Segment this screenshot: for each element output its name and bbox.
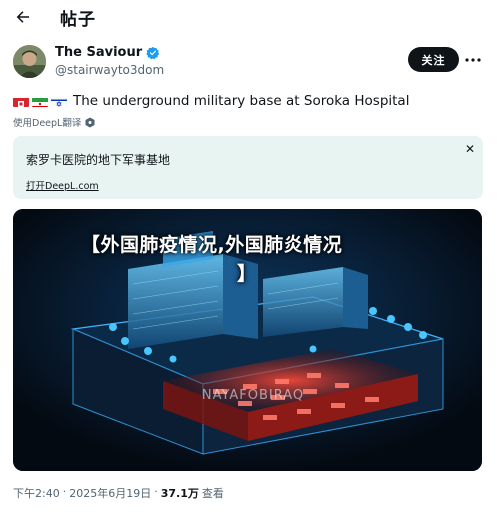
tweet-text-row: The underground military base at Soroka …	[13, 91, 409, 111]
view-count: 37.1万	[160, 487, 199, 500]
tweet-meta: 下午2:40 · 2025年6月19日 · 37.1万 查看	[13, 485, 224, 501]
avatar[interactable]	[13, 45, 46, 78]
author-handle[interactable]: @stairwayto3dom	[55, 63, 164, 77]
image-watermark: NAYAFOBIRAQ	[202, 388, 304, 403]
view-label: 查看	[201, 487, 224, 500]
meta-dot: ·	[154, 485, 158, 498]
image-overlay-title-end: 】	[237, 263, 257, 285]
deepl-icon	[85, 117, 95, 127]
flag-icon-red	[13, 95, 29, 107]
page-title: 帖子	[60, 10, 96, 30]
top-bar: 帖子	[0, 0, 500, 34]
flag-icon-iran	[32, 95, 48, 107]
tweet-text: The underground military base at Soroka …	[73, 93, 410, 109]
more-horizontal-icon	[465, 58, 481, 62]
close-translation-button[interactable]: ✕	[462, 141, 478, 157]
translation-box: 索罗卡医院的地下军事基地 打开DeepL.com ✕	[13, 136, 483, 199]
more-button[interactable]	[462, 50, 484, 70]
arrow-left-icon	[16, 11, 29, 23]
translate-link[interactable]: 使用DeepL翻译	[13, 115, 95, 129]
tweet-time[interactable]: 下午2:40	[13, 485, 60, 501]
tweet-date[interactable]: 2025年6月19日	[69, 485, 151, 501]
follow-button[interactable]: 关注	[408, 47, 459, 72]
translate-label[interactable]: 使用DeepL翻译	[13, 115, 81, 129]
translation-text: 索罗卡医院的地下军事基地	[26, 153, 171, 167]
flag-icon-israel	[51, 95, 67, 107]
author-name[interactable]: The Saviour	[55, 45, 142, 60]
image-overlay-title: 【外国肺疫情况,外国肺炎情况	[81, 234, 343, 256]
verified-badge-icon	[146, 46, 160, 60]
close-icon: ✕	[464, 142, 476, 156]
back-button[interactable]	[10, 4, 36, 30]
open-deepl-link[interactable]: 打开DeepL.com	[26, 178, 99, 192]
author-name-row[interactable]: The Saviour	[55, 45, 160, 60]
meta-dot: ·	[62, 485, 67, 498]
